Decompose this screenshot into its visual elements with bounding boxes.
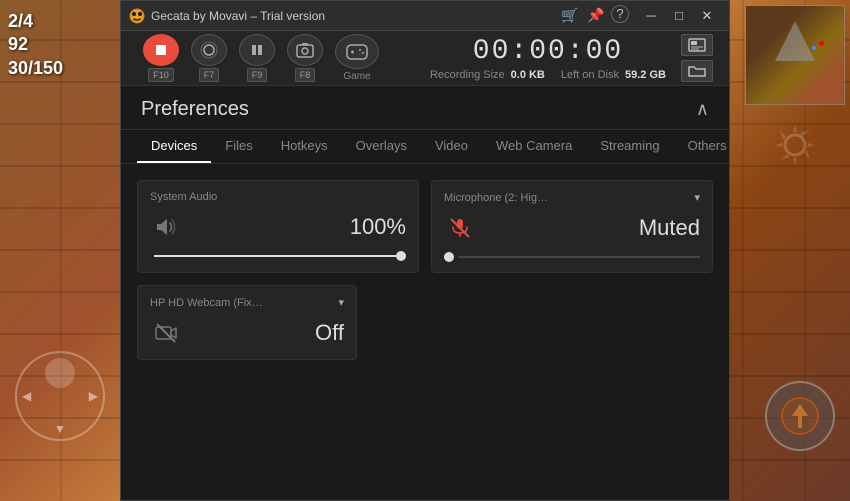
webcam-card: HP HD Webcam (Fix… ▾ Off	[137, 285, 357, 360]
recording-size-label: Recording Size	[430, 69, 505, 81]
hud-joystick[interactable]: ◀ ▶ ▼	[15, 351, 105, 441]
microphone-body: Muted	[444, 212, 700, 244]
app-icon	[129, 8, 145, 24]
speaker-icon	[150, 211, 182, 243]
audio-shortcut: F7	[199, 68, 220, 82]
system-audio-card: System Audio 100%	[137, 180, 419, 273]
system-audio-slider[interactable]	[154, 255, 396, 257]
system-audio-value: 100%	[350, 214, 406, 240]
titlebar-title: Gecata by Movavi – Trial version	[151, 9, 559, 23]
help-icon[interactable]: ?	[611, 5, 629, 23]
tab-devices[interactable]: Devices	[137, 130, 211, 163]
game-mode-button[interactable]: Game	[329, 34, 385, 82]
overlay-button[interactable]	[681, 34, 713, 56]
timer-info: Recording Size 0.0 KB Left on Disk 59.2 …	[430, 69, 666, 81]
joystick-right-arrow: ▶	[89, 389, 98, 403]
system-audio-title: System Audio	[150, 191, 217, 203]
maximize-button[interactable]: □	[665, 2, 693, 30]
app-window: Gecata by Movavi – Trial version 🛒 📌 ? ─…	[120, 0, 730, 501]
toolbar-right-buttons	[681, 34, 713, 82]
tab-hotkeys[interactable]: Hotkeys	[267, 130, 342, 163]
screenshot-icon	[287, 34, 323, 66]
webcam-title: HP HD Webcam (Fix…	[150, 297, 263, 309]
pause-shortcut: F9	[247, 68, 268, 82]
close-button[interactable]: ✕	[693, 2, 721, 30]
pause-icon	[239, 34, 275, 66]
toolbar: F10 F7 F9	[121, 31, 729, 86]
webcam-header: HP HD Webcam (Fix… ▾	[150, 296, 344, 309]
devices-row-audio: System Audio 100%	[137, 180, 713, 273]
microphone-dropdown[interactable]: ▾	[694, 191, 700, 204]
microphone-value: Muted	[639, 215, 700, 241]
game-icon	[335, 34, 379, 69]
minimap-enemy	[819, 41, 824, 46]
cart-icon[interactable]: 🛒	[559, 5, 581, 27]
tab-others[interactable]: Others	[674, 130, 729, 163]
system-audio-body: 100%	[150, 211, 406, 243]
preferences-header: Preferences ∧	[121, 86, 729, 130]
pin-icon[interactable]: 📌	[585, 5, 607, 27]
preferences-panel: Preferences ∧ Devices Files Hotkeys Over…	[121, 86, 729, 500]
disk-space-item: Left on Disk 59.2 GB	[561, 69, 666, 81]
webcam-off-icon	[150, 317, 182, 349]
timer-section: 00:00:00 Recording Size 0.0 KB Left on D…	[385, 36, 681, 81]
tab-video[interactable]: Video	[421, 130, 482, 163]
collapse-button[interactable]: ∧	[696, 99, 709, 120]
tab-files[interactable]: Files	[211, 130, 266, 163]
record-button[interactable]: F10	[137, 34, 185, 82]
tab-content-devices: System Audio 100%	[121, 164, 729, 500]
microphone-slider[interactable]	[458, 256, 700, 258]
system-audio-header: System Audio	[150, 191, 406, 203]
game-label: Game	[343, 71, 370, 82]
joystick-left-arrow: ◀	[22, 389, 31, 403]
microphone-slider-thumb[interactable]	[444, 252, 454, 262]
microphone-header: Microphone (2: Hig… ▾	[444, 191, 700, 204]
webcam-body: Off	[150, 317, 344, 349]
hud-score: 2/4 92 30/150	[8, 10, 63, 80]
screenshot-button[interactable]: F8	[281, 34, 329, 82]
tab-streaming[interactable]: Streaming	[586, 130, 673, 163]
minimap-player	[775, 21, 815, 61]
pause-button[interactable]: F9	[233, 34, 281, 82]
joystick-down-arrow: ▼	[54, 422, 66, 436]
tab-webcamera[interactable]: Web Camera	[482, 130, 586, 163]
preferences-title: Preferences	[141, 98, 249, 121]
screenshot-shortcut: F8	[295, 68, 316, 82]
disk-space-value: 59.2 GB	[625, 69, 666, 81]
hud-settings-icon	[770, 120, 820, 170]
record-shortcut: F10	[148, 68, 174, 82]
system-audio-slider-thumb[interactable]	[396, 251, 406, 261]
folder-button[interactable]	[681, 60, 713, 82]
window-controls: ─ □ ✕	[637, 2, 721, 30]
recording-size-value: 0.0 KB	[511, 69, 545, 81]
microphone-title: Microphone (2: Hig…	[444, 192, 548, 204]
devices-row-webcam: HP HD Webcam (Fix… ▾ Off	[137, 285, 713, 360]
audio-icon	[191, 34, 227, 66]
titlebar: Gecata by Movavi – Trial version 🛒 📌 ? ─…	[121, 1, 729, 31]
webcam-value: Off	[315, 320, 344, 346]
microphone-footer	[444, 252, 700, 262]
hud-action-button[interactable]	[765, 381, 835, 451]
minimize-button[interactable]: ─	[637, 2, 665, 30]
record-icon	[143, 34, 179, 66]
webcam-dropdown[interactable]: ▾	[338, 296, 344, 309]
audio-button[interactable]: F7	[185, 34, 233, 82]
timer-display: 00:00:00	[473, 36, 623, 67]
mic-muted-icon	[444, 212, 476, 244]
hud-minimap	[745, 5, 845, 105]
tab-overlays[interactable]: Overlays	[342, 130, 421, 163]
tabs-bar: Devices Files Hotkeys Overlays Video Web…	[121, 130, 729, 164]
disk-space-label: Left on Disk	[561, 69, 619, 81]
recording-size-item: Recording Size 0.0 KB	[430, 69, 545, 81]
microphone-card: Microphone (2: Hig… ▾ Muted	[431, 180, 713, 273]
system-audio-footer	[150, 251, 406, 261]
titlebar-icon-group: 🛒 📌 ?	[559, 5, 629, 27]
minimap-ally	[812, 46, 816, 50]
